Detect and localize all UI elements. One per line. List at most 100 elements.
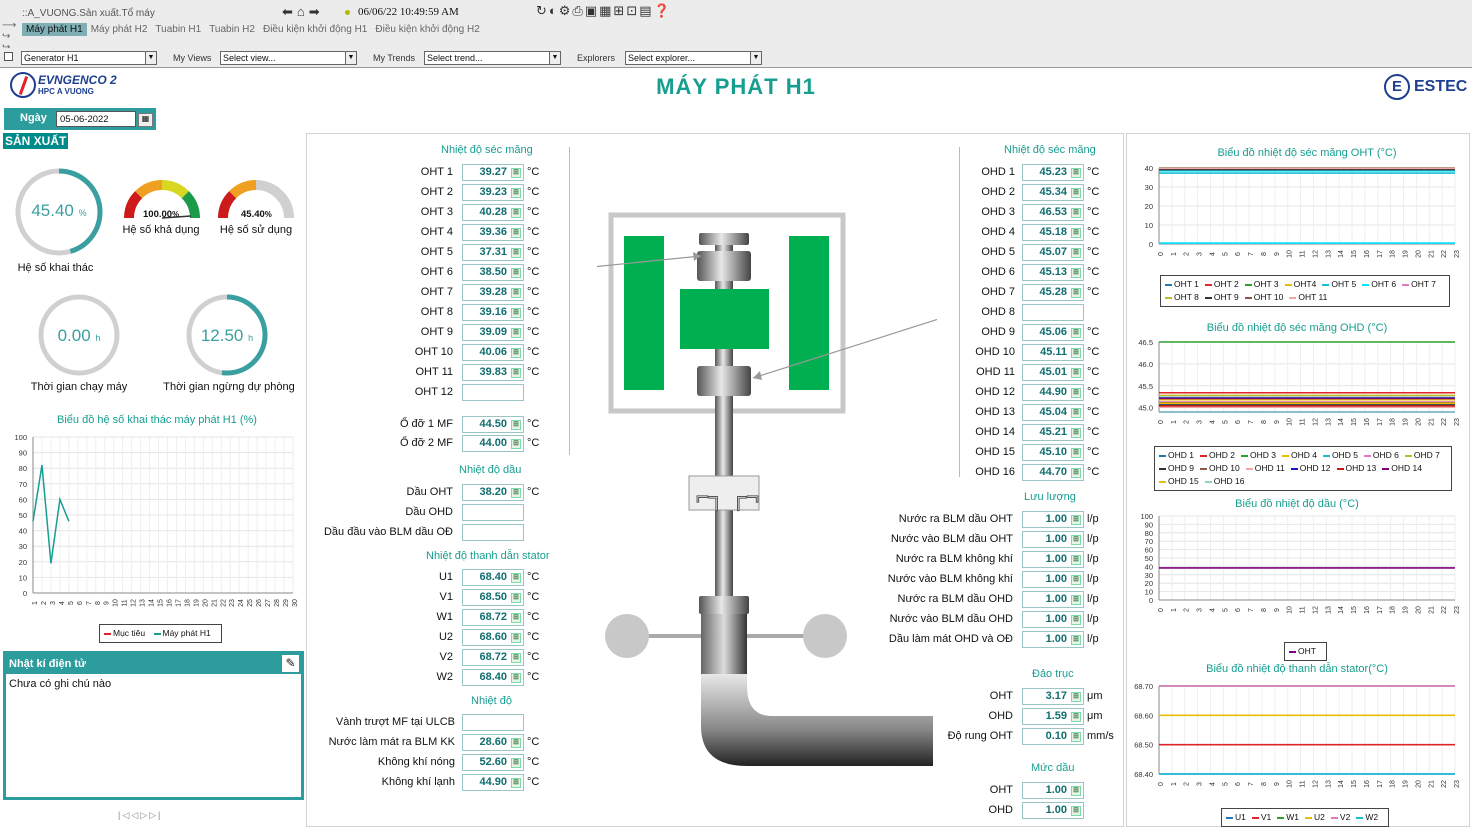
trend-icon[interactable]: ⊞: [511, 288, 521, 298]
trend-icon[interactable]: ⊞: [511, 673, 521, 683]
date-input[interactable]: 05-06-2022: [56, 111, 136, 127]
trend-icon[interactable]: ⊞: [1071, 515, 1081, 525]
trend-icon[interactable]: ⊞: [1071, 595, 1081, 605]
print-icon[interactable]: ⎙: [572, 3, 584, 18]
trend-icon[interactable]: ⊞: [511, 420, 521, 430]
trends-select[interactable]: Select trend... ▼: [424, 51, 561, 65]
tab-dieu-kien-h2[interactable]: Điều kiện khởi động H2: [371, 23, 483, 36]
legend-may-phat-text: Máy phát H1: [162, 628, 211, 638]
trend-icon[interactable]: ⊞: [1071, 348, 1081, 358]
tab-tuabin-h1[interactable]: Tuabin H1: [151, 23, 205, 36]
trend-icon[interactable]: ⊞: [1071, 575, 1081, 585]
trend-icon[interactable]: ⊞: [1071, 535, 1081, 545]
tab-tuabin-h2[interactable]: Tuabin H2: [205, 23, 259, 36]
legend-swatch: [1281, 454, 1289, 457]
trend-icon[interactable]: ⊞: [1071, 635, 1081, 645]
trend-icon[interactable]: ⊞: [1071, 228, 1081, 238]
chart-add-icon[interactable]: ⊞: [613, 3, 626, 18]
views-select[interactable]: Select view... ▼: [220, 51, 357, 65]
trend-icon[interactable]: ⊞: [511, 168, 521, 178]
trend-icon[interactable]: ⊞: [1071, 806, 1081, 816]
trend-icon[interactable]: ⊞: [511, 368, 521, 378]
trend-icon[interactable]: ⊞: [511, 228, 521, 238]
trend-icon[interactable]: ▤: [639, 3, 653, 18]
trend-icon[interactable]: ⊞: [511, 778, 521, 788]
trend-icon[interactable]: ⊞: [1071, 732, 1081, 742]
oht-row-label: OHT 6: [420, 266, 453, 278]
trend-icon[interactable]: ⊞: [1071, 168, 1081, 178]
trend-icon[interactable]: ⊞: [511, 188, 521, 198]
views-select-value: Select view...: [223, 53, 276, 63]
trend-icon[interactable]: ⊞: [1071, 188, 1081, 198]
next-page-icon[interactable]: ▷: [140, 810, 149, 820]
grid-icon[interactable]: ▦: [599, 3, 613, 18]
trend-icon[interactable]: ⊞: [1071, 786, 1081, 796]
trend-icon[interactable]: ⊞: [1071, 268, 1081, 278]
trend-icon[interactable]: ⊞: [1071, 428, 1081, 438]
forward-arrow-icon[interactable]: ➡: [309, 4, 324, 19]
help-icon[interactable]: ❓: [654, 3, 672, 18]
trend-icon[interactable]: ⊞: [1071, 555, 1081, 565]
checkbox[interactable]: [4, 52, 13, 61]
trend-icon[interactable]: ⊞: [511, 573, 521, 583]
legend-text: W1: [1286, 812, 1300, 822]
khai-thac-number: 45.40: [31, 201, 74, 220]
y-tick-label: 10: [19, 573, 27, 582]
trend-icon[interactable]: ⊞: [1071, 712, 1081, 722]
calendar-icon[interactable]: ▦: [138, 113, 153, 127]
trend-icon[interactable]: ⊞: [511, 248, 521, 258]
trend-icon[interactable]: ⊞: [1071, 248, 1081, 258]
save-icon[interactable]: ▣: [585, 3, 599, 18]
legend-text: OHD 7: [1413, 450, 1440, 460]
last-page-icon[interactable]: ▷|: [149, 810, 162, 820]
journal-text[interactable]: Chưa có ghi chú nào: [9, 678, 111, 690]
legend-item: OHT 3: [1244, 279, 1282, 289]
generator-select[interactable]: Generator H1 ▼: [21, 51, 157, 65]
trend-icon[interactable]: ⊞: [511, 328, 521, 338]
trend-icon[interactable]: ⊞: [511, 593, 521, 603]
trend-icon[interactable]: ⊞: [1071, 468, 1081, 478]
x-tick-label: 9: [1274, 252, 1281, 256]
trend-icon[interactable]: ⊞: [511, 613, 521, 623]
bearing-row-label: Ổ đỡ 1 MF: [399, 418, 453, 430]
trend-icon[interactable]: ⊞: [1071, 615, 1081, 625]
trend-icon[interactable]: ⊞: [1071, 388, 1081, 398]
trend-icon[interactable]: ⊞: [511, 308, 521, 318]
journal-title: Nhật kí điện tử: [9, 658, 87, 670]
trend-icon[interactable]: ⊞: [1071, 448, 1081, 458]
trend-icon[interactable]: ⊞: [511, 348, 521, 358]
ohd-value: 45.21: [1039, 426, 1067, 438]
settings-icon[interactable]: ⚙: [559, 3, 573, 18]
refresh-icon[interactable]: ↻: [536, 3, 549, 18]
home-icon[interactable]: ⌂: [297, 4, 309, 19]
ohd-value-box: 45.34 ⊞: [1022, 184, 1084, 201]
back-arrow-icon[interactable]: ⬅: [282, 4, 297, 19]
trend-icon[interactable]: ⊞: [1071, 208, 1081, 218]
trend-icon[interactable]: ⊞: [511, 653, 521, 663]
trend-icon[interactable]: ⊞: [1071, 368, 1081, 378]
tab-may-phat-h2[interactable]: Máy phát H2: [87, 23, 152, 36]
trend-icon[interactable]: ⊞: [511, 268, 521, 278]
first-page-icon[interactable]: |◁: [118, 810, 131, 820]
edit-pencil-icon[interactable]: ✎: [282, 655, 299, 672]
y-tick-label: 50: [19, 511, 27, 520]
trend-icon[interactable]: ⊞: [511, 488, 521, 498]
trend-icon[interactable]: ⊞: [511, 439, 521, 449]
trend-icon[interactable]: ⊞: [511, 633, 521, 643]
trend-icon[interactable]: ⊞: [1071, 328, 1081, 338]
x-tick-label: 21: [1428, 780, 1435, 788]
ohd-value-box: 45.28 ⊞: [1022, 284, 1084, 301]
explorers-select[interactable]: Select explorer... ▼: [625, 51, 762, 65]
stator-unit: °C: [527, 591, 540, 603]
trend-icon[interactable]: ⊞: [1071, 692, 1081, 702]
trend-icon[interactable]: ⊞: [511, 208, 521, 218]
trend-icon[interactable]: ⊞: [1071, 288, 1081, 298]
zoom-icon[interactable]: ⊡: [626, 3, 639, 18]
tab-dieu-kien-h1[interactable]: Điều kiện khởi động H1: [259, 23, 371, 36]
view-icon[interactable]: ◐: [549, 3, 559, 18]
prev-page-icon[interactable]: ◁: [131, 810, 140, 820]
trend-icon[interactable]: ⊞: [511, 738, 521, 748]
trend-icon[interactable]: ⊞: [511, 758, 521, 768]
tab-may-phat-h1[interactable]: Máy phát H1: [22, 23, 87, 36]
trend-icon[interactable]: ⊞: [1071, 408, 1081, 418]
